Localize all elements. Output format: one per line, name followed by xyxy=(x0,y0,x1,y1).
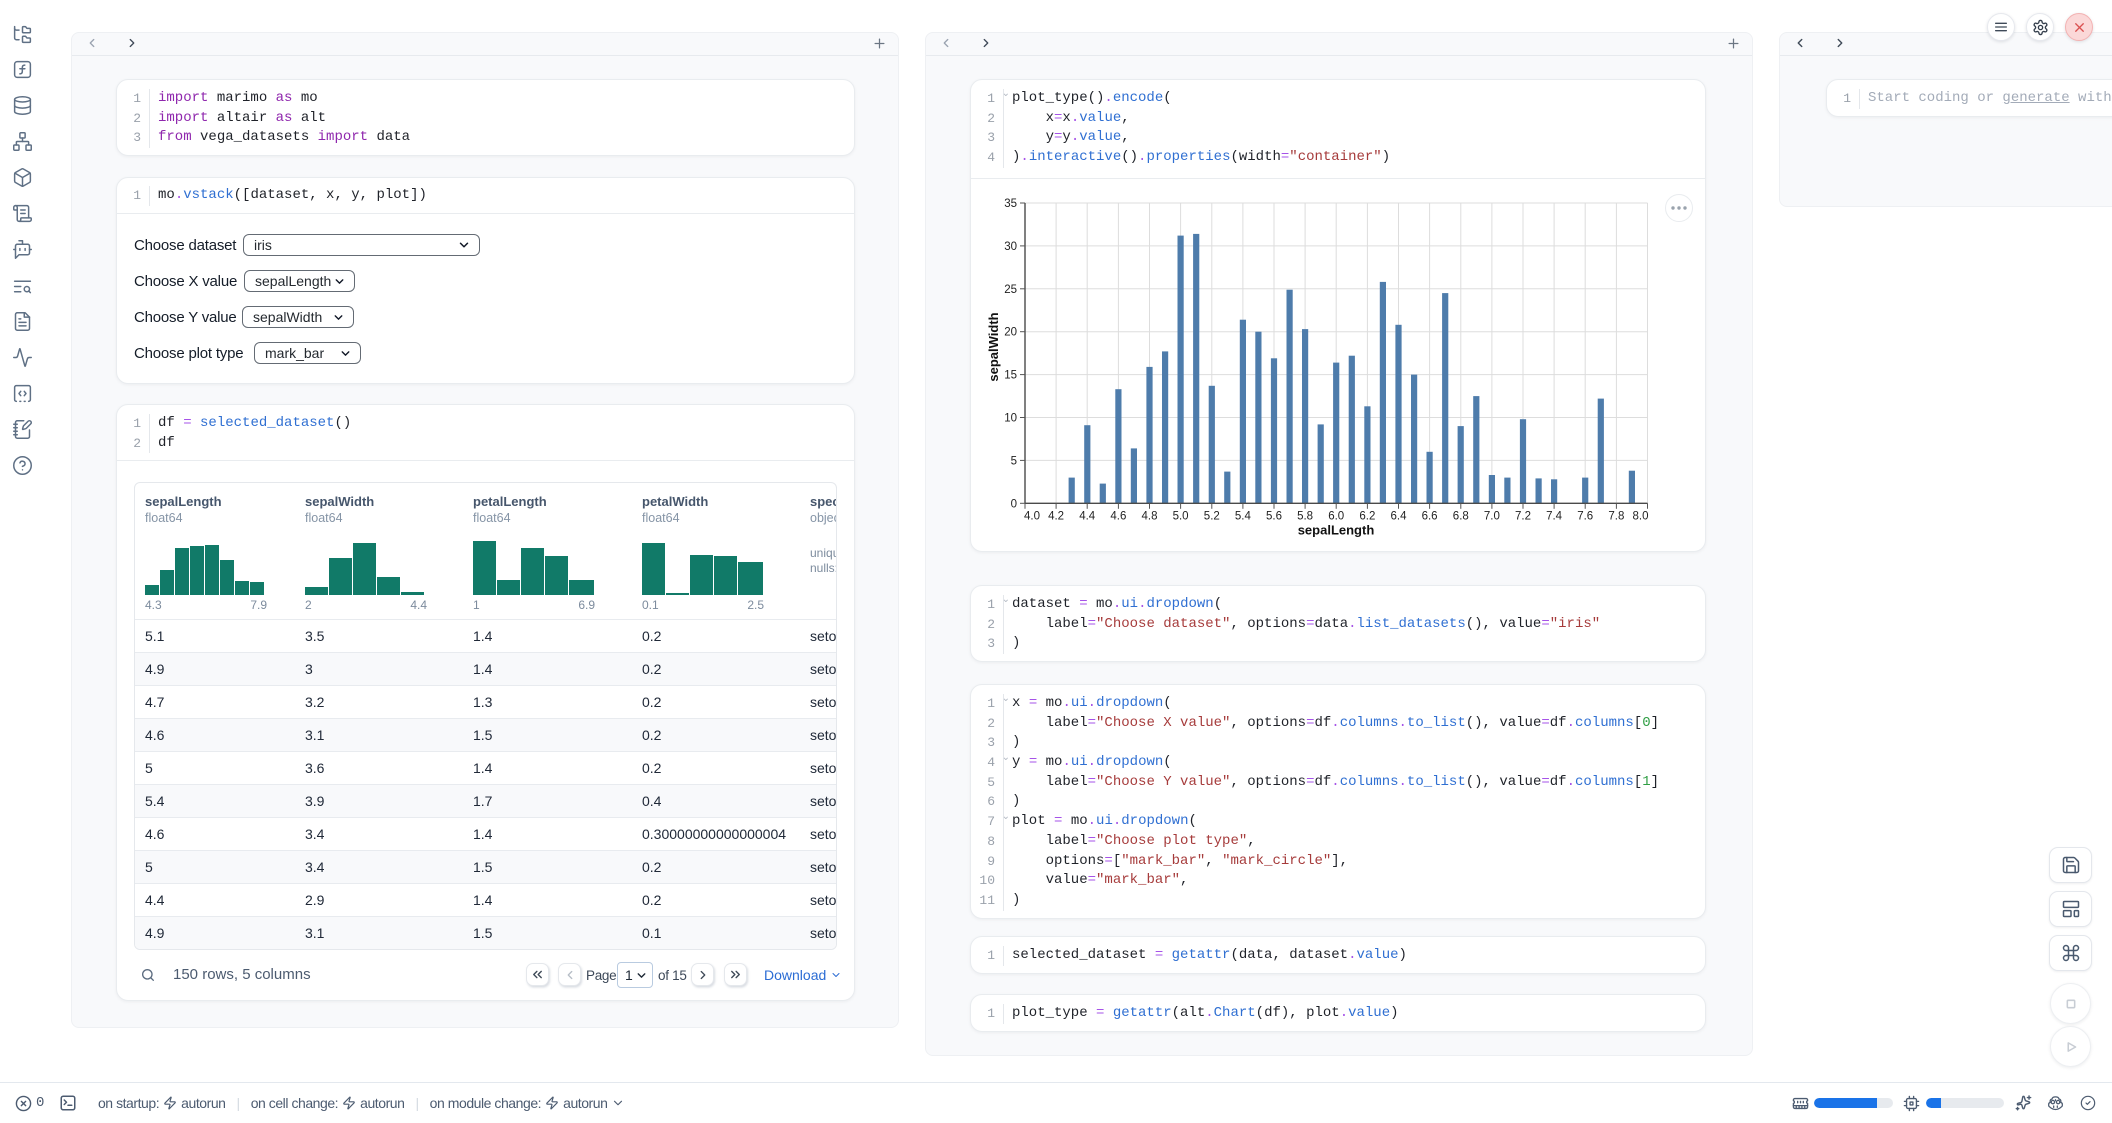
svg-text:30: 30 xyxy=(1004,241,1017,253)
svg-text:8.0: 8.0 xyxy=(1633,510,1649,522)
svg-text:4.2: 4.2 xyxy=(1048,510,1064,522)
svg-text:7.4: 7.4 xyxy=(1546,510,1563,522)
svg-text:sepalWidth: sepalWidth xyxy=(986,312,1001,381)
svg-text:20: 20 xyxy=(1004,327,1017,339)
svg-text:15: 15 xyxy=(1004,370,1017,382)
svg-text:35: 35 xyxy=(1004,198,1017,210)
svg-text:7.8: 7.8 xyxy=(1608,510,1624,522)
svg-text:5.8: 5.8 xyxy=(1297,510,1313,522)
svg-text:5.6: 5.6 xyxy=(1266,510,1282,522)
svg-text:0: 0 xyxy=(1011,498,1017,510)
svg-text:6.6: 6.6 xyxy=(1422,510,1438,522)
svg-text:4.8: 4.8 xyxy=(1142,510,1158,522)
svg-text:4.6: 4.6 xyxy=(1110,510,1126,522)
svg-text:7.6: 7.6 xyxy=(1577,510,1593,522)
svg-text:5.2: 5.2 xyxy=(1204,510,1220,522)
svg-text:4.4: 4.4 xyxy=(1079,510,1096,522)
svg-text:6.2: 6.2 xyxy=(1359,510,1375,522)
svg-text:7.0: 7.0 xyxy=(1484,510,1500,522)
svg-text:25: 25 xyxy=(1004,284,1017,296)
svg-text:10: 10 xyxy=(1004,413,1017,425)
svg-text:6.0: 6.0 xyxy=(1328,510,1344,522)
svg-text:5: 5 xyxy=(1011,455,1017,467)
svg-text:4.0: 4.0 xyxy=(1024,510,1040,522)
svg-text:5.0: 5.0 xyxy=(1173,510,1189,522)
svg-text:5.4: 5.4 xyxy=(1235,510,1252,522)
svg-text:6.8: 6.8 xyxy=(1453,510,1469,522)
svg-text:7.2: 7.2 xyxy=(1515,510,1531,522)
svg-text:sepalLength: sepalLength xyxy=(1298,522,1375,537)
svg-text:6.4: 6.4 xyxy=(1391,510,1408,522)
